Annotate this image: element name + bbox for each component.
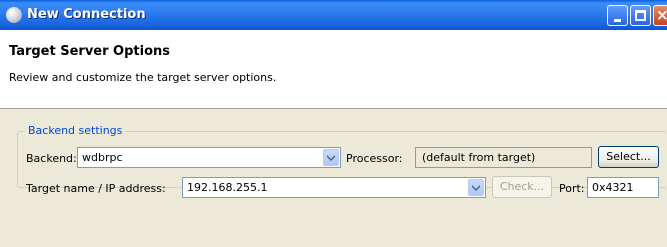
processor-value: (default from target) bbox=[422, 151, 536, 164]
processor-field: (default from target) bbox=[415, 147, 592, 168]
app-icon bbox=[6, 7, 22, 23]
chevron-down-icon[interactable] bbox=[323, 149, 339, 166]
check-button[interactable]: Check... bbox=[492, 176, 552, 198]
minimize-icon bbox=[614, 19, 621, 22]
close-button[interactable]: × bbox=[653, 5, 667, 26]
page-description: Review and customize the target server o… bbox=[9, 71, 277, 84]
maximize-button[interactable] bbox=[630, 5, 651, 26]
backend-dropdown[interactable]: wdbrpc bbox=[77, 147, 341, 168]
port-value: 0x4321 bbox=[592, 181, 634, 194]
chevron-down-icon[interactable] bbox=[468, 179, 484, 196]
target-address-label: Target name / IP address: bbox=[26, 182, 166, 195]
title-bar[interactable]: New Connection × bbox=[0, 0, 667, 30]
backend-dropdown-value: wdbrpc bbox=[82, 151, 123, 164]
processor-label: Processor: bbox=[346, 152, 403, 165]
port-input[interactable]: 0x4321 bbox=[587, 177, 659, 198]
backend-label: Backend: bbox=[26, 152, 77, 165]
maximize-icon bbox=[635, 10, 646, 21]
window-title: New Connection bbox=[27, 7, 146, 22]
wizard-header: Target Server Options Review and customi… bbox=[0, 30, 667, 109]
port-label: Port: bbox=[559, 182, 585, 195]
select-processor-button[interactable]: Select... bbox=[598, 146, 659, 168]
page-title: Target Server Options bbox=[9, 44, 171, 59]
new-connection-window: New Connection × Target Server Options R… bbox=[0, 0, 667, 247]
target-address-combobox[interactable]: 192.168.255.1 bbox=[182, 177, 486, 198]
minimize-button[interactable] bbox=[607, 5, 628, 26]
close-icon: × bbox=[656, 6, 667, 24]
target-address-value: 192.168.255.1 bbox=[187, 181, 268, 194]
backend-settings-legend: Backend settings bbox=[25, 124, 126, 137]
